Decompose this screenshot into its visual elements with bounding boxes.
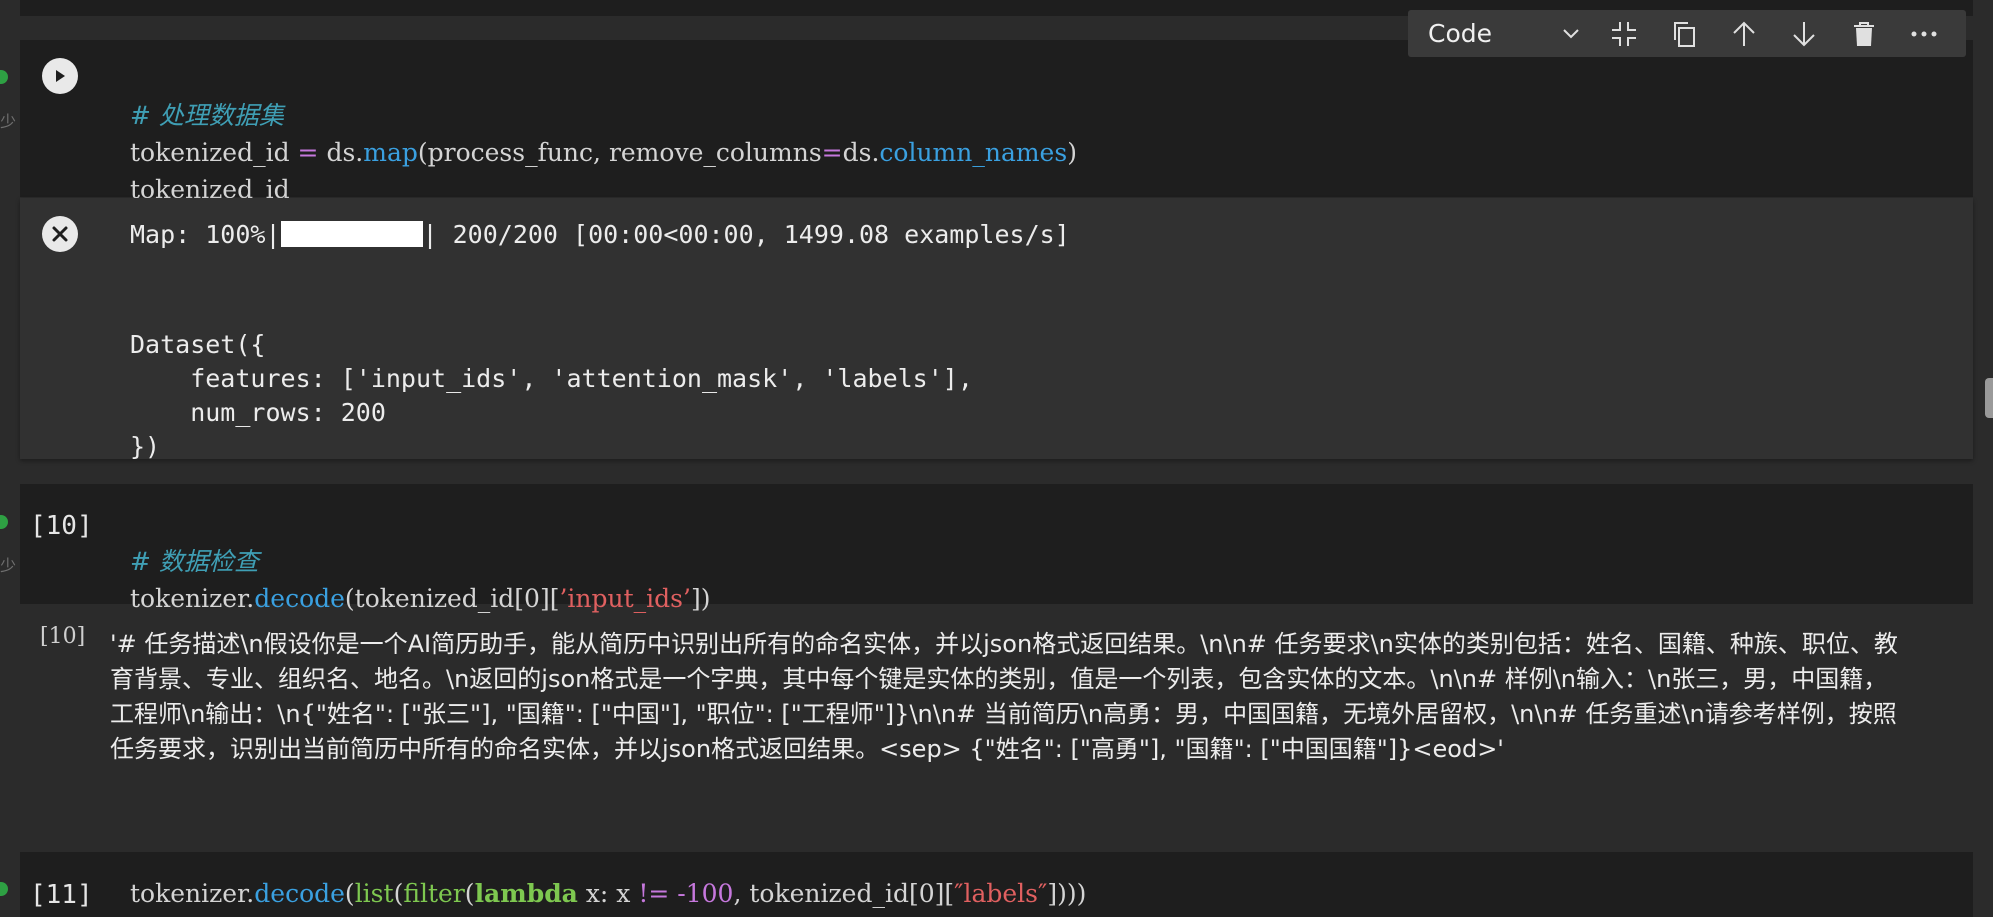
code-token: ds. — [842, 138, 880, 167]
output-line: num_rows: 200 — [130, 398, 386, 427]
code-comment: # 数据检查 — [130, 547, 259, 576]
cell-status-indicator — [0, 515, 8, 529]
code-token: ’input_ids’ — [559, 584, 691, 613]
scrollbar-handle[interactable] — [1985, 378, 1993, 418]
output-count: [10] — [40, 624, 86, 649]
code-token: , tokenized_id[0][ — [733, 879, 955, 908]
decoded-text-output: '# 任务描述\n假设你是一个AI简历助手，能从简历中识别出所有的命名实体，并以… — [110, 630, 1898, 763]
code-editor[interactable]: # 处理数据集 tokenized_id = ds.map(process_fu… — [130, 60, 1077, 208]
code-token: ]) — [690, 584, 711, 613]
code-token: (tokenized_id[0][ — [344, 584, 560, 613]
move-up-icon — [1733, 21, 1755, 46]
code-token: = — [289, 138, 327, 167]
progress-suffix: | 200/200 [00:00<00:00, 1499.08 examples… — [422, 220, 1070, 249]
side-marker: 少 — [0, 556, 17, 575]
code-token: filter — [403, 879, 465, 908]
more-icon — [1911, 31, 1937, 36]
play-icon — [56, 70, 65, 82]
move-up-button[interactable] — [1714, 10, 1774, 57]
code-cell-input[interactable]: [11] tokenizer.decode(list(filter(lambda… — [20, 852, 1973, 917]
code-token: ″labels″ — [954, 879, 1048, 908]
code-cell-input[interactable]: [10] # 数据检查 tokenizer.decode(tokenized_i… — [20, 484, 1973, 613]
output-line: Dataset({ — [130, 330, 266, 359]
code-token: list — [354, 879, 394, 908]
output-line: }) — [130, 432, 161, 461]
code-token: != — [638, 879, 670, 908]
code-token: decode — [254, 584, 345, 613]
code-token: ]))) — [1047, 879, 1087, 908]
progress-output: Map: 100%| | 200/200 [00:00<00:00, 1499.0… — [130, 218, 1070, 252]
cell-status-indicator — [0, 882, 8, 896]
execution-count: [10] — [30, 511, 93, 541]
code-editor[interactable]: # 数据检查 tokenizer.decode(tokenized_id[0][… — [130, 506, 710, 617]
code-token: ds. — [326, 138, 364, 167]
code-token: lambda — [474, 879, 578, 908]
code-token: -100 — [677, 879, 734, 908]
clear-output-button[interactable] — [42, 216, 78, 252]
side-marker: 少 — [0, 112, 17, 131]
dataset-output: Dataset({ features: ['input_ids', 'atten… — [130, 294, 973, 464]
code-editor[interactable]: tokenizer.decode(list(filter(lambda x: x… — [130, 875, 1086, 912]
close-icon — [52, 226, 68, 242]
code-token: ( — [464, 879, 475, 908]
copy-icon — [1674, 21, 1695, 47]
more-actions-button[interactable] — [1894, 10, 1954, 57]
code-token: ( — [344, 879, 355, 908]
copy-button[interactable] — [1654, 10, 1714, 57]
code-token: (process_func, — [417, 138, 609, 167]
code-token: decode — [254, 879, 345, 908]
move-down-icon — [1793, 21, 1815, 46]
cell-type-select[interactable]: Code — [1408, 19, 1594, 48]
run-cell-button[interactable] — [42, 58, 78, 94]
code-token: x: x — [577, 879, 639, 908]
cell-type-label: Code — [1428, 19, 1493, 48]
cell-toolbar: Code — [1408, 10, 1966, 57]
cell-output: Map: 100%| | 200/200 [00:00<00:00, 1499.0… — [20, 198, 1973, 461]
code-token: tokenizer. — [130, 879, 255, 908]
code-token: remove_columns — [608, 138, 822, 167]
code-token: tokenized_id — [130, 138, 290, 167]
code-token: ( — [393, 879, 404, 908]
execution-count: [11] — [30, 880, 93, 910]
code-token: tokenizer. — [130, 584, 255, 613]
code-token: ) — [1067, 138, 1077, 167]
code-token: = — [821, 138, 843, 167]
cell-status-indicator — [0, 70, 8, 84]
code-token: column_names — [879, 138, 1068, 167]
code-comment: # 处理数据集 — [130, 101, 284, 130]
output-line: features: ['input_ids', 'attention_mask'… — [130, 364, 973, 393]
chevron-down-icon — [1563, 28, 1579, 38]
code-token: map — [363, 138, 418, 167]
progress-prefix: Map: 100%| — [130, 220, 281, 249]
collapse-button[interactable] — [1594, 10, 1654, 57]
progress-bar — [280, 221, 423, 247]
delete-button[interactable] — [1834, 10, 1894, 57]
move-down-button[interactable] — [1774, 10, 1834, 57]
collapse-icon — [1612, 21, 1636, 46]
code-cell-input[interactable]: # 处理数据集 tokenized_id = ds.map(process_fu… — [20, 40, 1973, 204]
delete-icon — [1854, 21, 1874, 46]
